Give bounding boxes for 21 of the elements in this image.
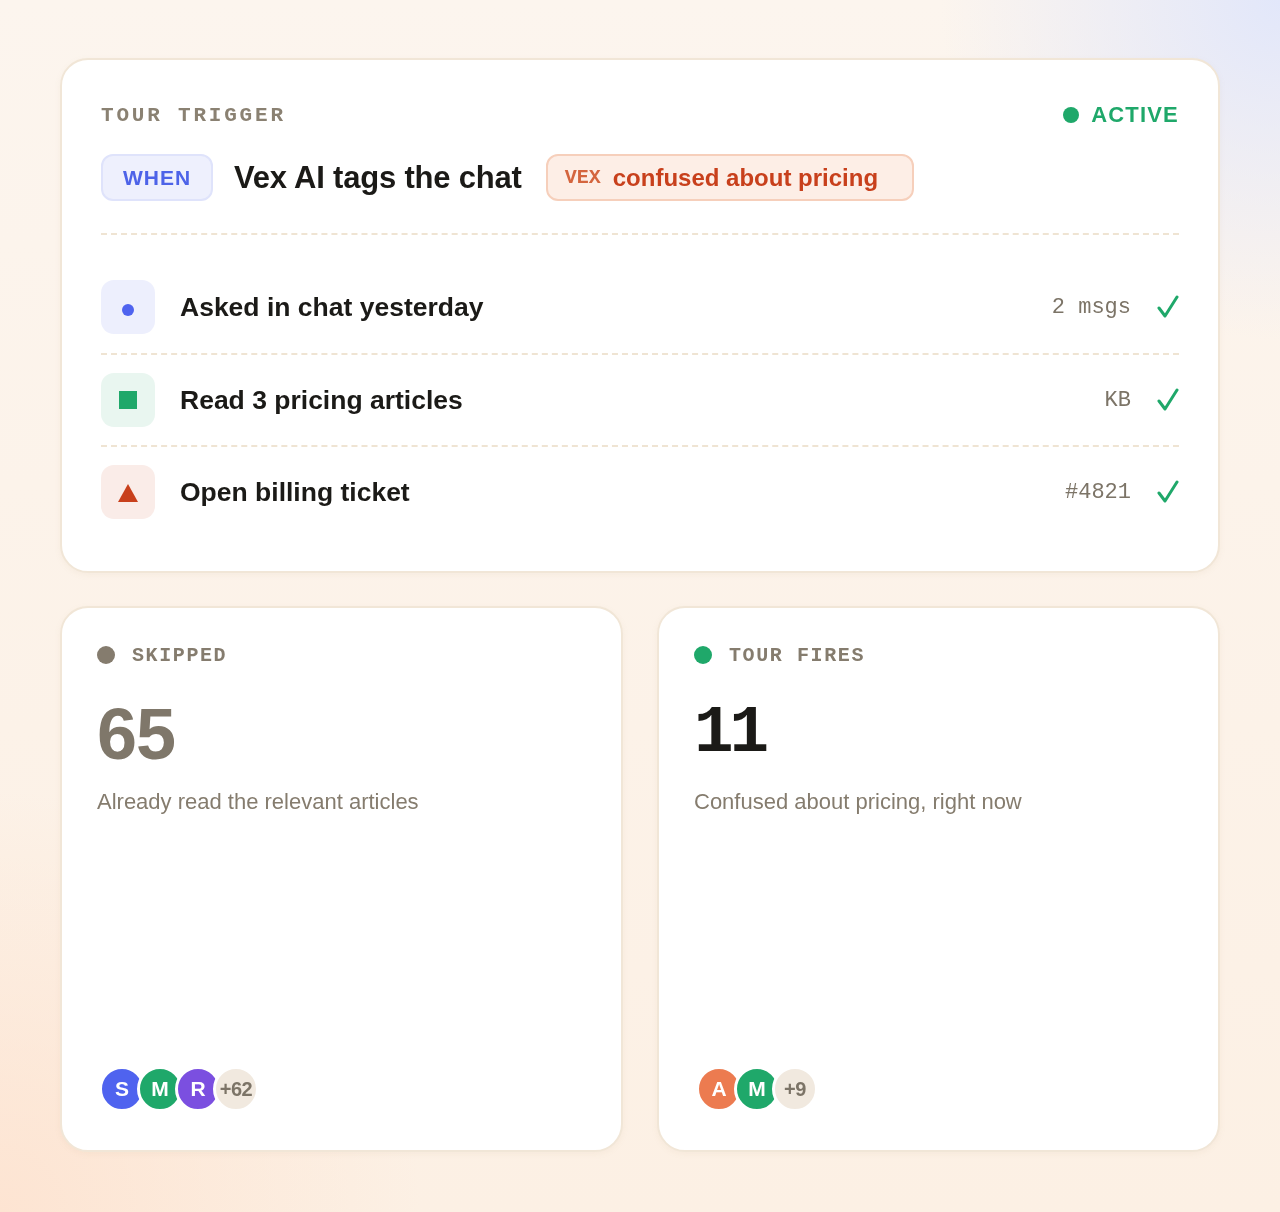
when-tag: WHEN [101, 154, 213, 201]
tag-label: confused about pricing [612, 163, 879, 192]
status-label: ACTIVE [1091, 102, 1179, 128]
square-icon [101, 373, 155, 427]
condition-label: Asked in chat yesterday [180, 291, 485, 323]
card-title: TOUR TRIGGER [101, 103, 286, 127]
condition-label: Open billing ticket [180, 476, 411, 508]
outcome-description: Already read the relevant articles [97, 788, 420, 816]
overflow-count: +9 [772, 1066, 818, 1112]
condition-label: Read 3 pricing articles [180, 384, 464, 416]
outcome-label: TOUR FIRES [729, 643, 866, 667]
outcome-count: 11 [694, 695, 767, 773]
event-title: Vex AI tags the chat [234, 159, 522, 196]
outcome-count: 65 [97, 694, 177, 774]
overflow-count: +62 [213, 1066, 259, 1112]
condition-meta: #4821 [1065, 479, 1131, 505]
outcome-description: Confused about pricing, right now [694, 788, 1023, 816]
condition-meta: 2 msgs [1051, 294, 1131, 320]
condition-meta: KB [1104, 387, 1131, 413]
tag-source: VEX [564, 166, 601, 189]
outcome-label: SKIPPED [132, 643, 228, 667]
